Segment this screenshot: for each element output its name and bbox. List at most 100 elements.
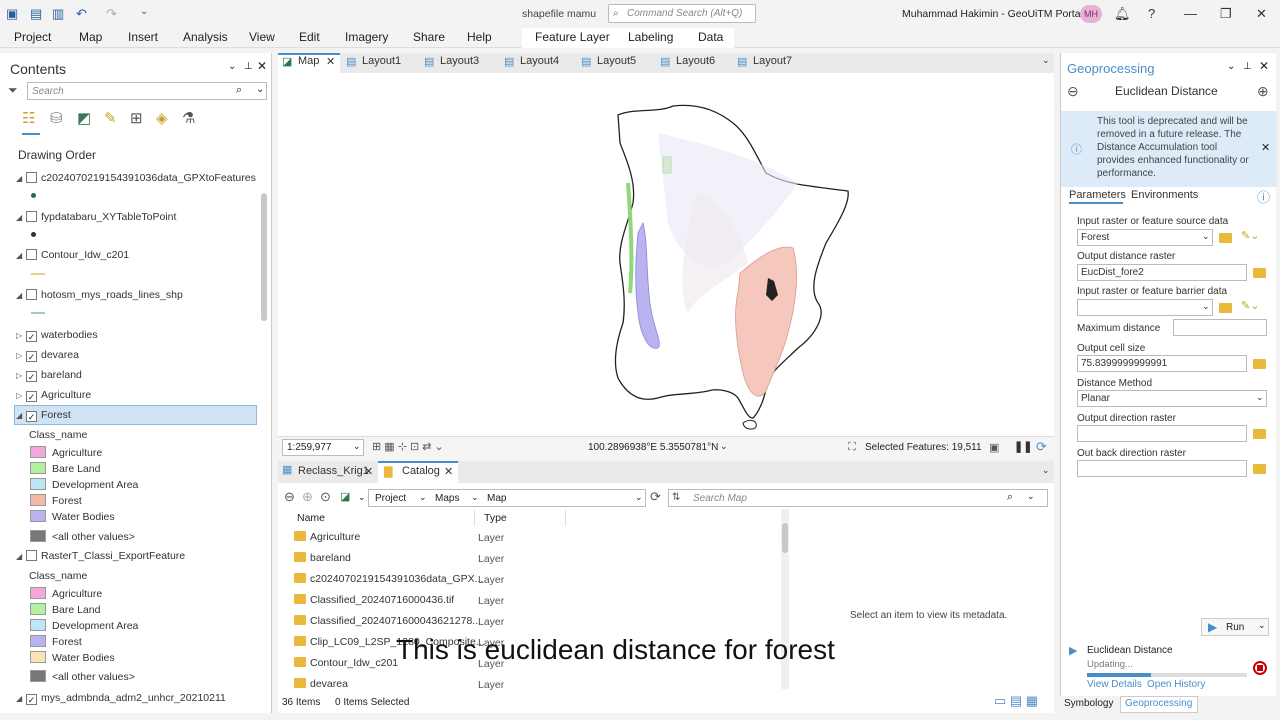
sketch-icon[interactable]: ✎⌄ bbox=[1241, 299, 1259, 312]
tab-map[interactable]: Map bbox=[79, 30, 102, 44]
tab-reclass-krig1[interactable]: Reclass_Krig1 bbox=[298, 465, 369, 477]
minimize-icon[interactable]: — bbox=[1184, 6, 1197, 21]
folder-icon[interactable] bbox=[1219, 233, 1232, 243]
cell-size-field[interactable]: 75.8399999999991 bbox=[1077, 355, 1247, 372]
layer-checkbox[interactable] bbox=[26, 289, 37, 300]
tab-catalog[interactable]: Catalog bbox=[402, 465, 440, 477]
tab-layout1[interactable]: Layout1 bbox=[362, 55, 401, 67]
tab-geoprocessing[interactable]: Geoprocessing bbox=[1125, 698, 1192, 709]
forward-icon[interactable]: ⊕ bbox=[302, 489, 313, 505]
pin-icon[interactable]: ⊥ bbox=[244, 61, 253, 72]
notification-icon[interactable]: 🔔︎ bbox=[1114, 6, 1131, 22]
column-header-name[interactable]: Name bbox=[297, 512, 325, 524]
chevron-down-icon[interactable]: ⌄ bbox=[471, 492, 479, 503]
expand-icon[interactable]: ▷ bbox=[16, 331, 26, 340]
layer-item[interactable]: ◢ RasterT_Classi_ExportFeature bbox=[16, 550, 185, 562]
up-icon[interactable]: ⊙ bbox=[320, 489, 331, 505]
chevron-down-icon[interactable]: ⌄ bbox=[256, 84, 264, 95]
folder-icon[interactable] bbox=[1253, 359, 1266, 369]
filter-icon[interactable]: ⏷ bbox=[8, 83, 18, 98]
save-icon[interactable]: ▥ bbox=[52, 6, 64, 22]
max-distance-field[interactable] bbox=[1173, 319, 1267, 336]
breadcrumb-maps[interactable]: Maps bbox=[435, 493, 459, 504]
list-by-drawing-order-icon[interactable]: ☷ bbox=[22, 109, 35, 127]
layer-checkbox[interactable]: ✓ bbox=[26, 351, 37, 362]
open-icon[interactable]: ▤ bbox=[30, 6, 42, 22]
folder-icon[interactable] bbox=[1253, 464, 1266, 474]
collapse-icon[interactable]: ◢ bbox=[16, 411, 26, 420]
close-tab-icon[interactable]: ✕ bbox=[364, 465, 373, 478]
legend-item[interactable]: Forest bbox=[30, 494, 82, 507]
column-divider[interactable] bbox=[474, 510, 475, 526]
layer-checkbox[interactable] bbox=[26, 172, 37, 183]
close-tab-icon[interactable]: ✕ bbox=[444, 465, 453, 478]
chevron-down-icon[interactable]: ⌄ bbox=[720, 441, 728, 452]
legend-item[interactable]: Bare Land bbox=[30, 603, 100, 616]
tab-layout4[interactable]: Layout4 bbox=[520, 55, 559, 67]
catalog-search-input[interactable]: ⇅ Search Map ⌕ ⌄ bbox=[668, 489, 1048, 507]
chevron-down-icon[interactable]: ⌄ bbox=[1027, 491, 1035, 502]
list-item[interactable]: Agriculture bbox=[294, 531, 360, 543]
layer-item[interactable]: ◢ fypdatabaru_XYTableToPoint bbox=[16, 211, 176, 223]
list-by-source-icon[interactable]: ⛁ bbox=[50, 109, 63, 127]
layer-item[interactable]: ▷ ✓ Agriculture bbox=[16, 389, 91, 402]
layer-item[interactable]: ▷ ✓ bareland bbox=[16, 369, 82, 382]
customize-icon[interactable]: ⌄ bbox=[140, 6, 148, 17]
direction-raster-field[interactable] bbox=[1077, 425, 1247, 442]
legend-item[interactable]: <all other values> bbox=[30, 670, 135, 683]
map-canvas[interactable] bbox=[278, 73, 1054, 436]
scrollbar[interactable] bbox=[261, 193, 267, 321]
pin-icon[interactable]: ⊥ bbox=[1243, 61, 1252, 72]
close-icon[interactable]: ✕ bbox=[1256, 6, 1267, 22]
layer-item[interactable]: ▷ ✓ devarea bbox=[16, 349, 79, 362]
barrier-select[interactable]: ⌄ bbox=[1077, 299, 1213, 316]
tab-share[interactable]: Share bbox=[413, 30, 445, 44]
close-pane-icon[interactable]: ✕ bbox=[1259, 59, 1269, 73]
tab-project[interactable]: Project bbox=[14, 30, 51, 44]
refresh-icon[interactable]: ⟳ bbox=[1036, 439, 1047, 455]
tab-layout6[interactable]: Layout6 bbox=[676, 55, 715, 67]
layer-item-forest[interactable]: ◢ ✓ Forest bbox=[16, 409, 71, 422]
legend-item[interactable]: Agriculture bbox=[30, 587, 102, 600]
legend-item[interactable]: Water Bodies bbox=[30, 651, 115, 664]
expand-icon[interactable]: ▷ bbox=[16, 391, 26, 400]
scale-select[interactable]: 1:259,977 ⌄ bbox=[282, 439, 364, 456]
chevron-down-icon[interactable]: ⌄ bbox=[635, 492, 643, 503]
selected-features[interactable]: Selected Features: 19,511 bbox=[865, 442, 982, 453]
tab-map-label[interactable]: Map bbox=[298, 55, 319, 67]
collapse-icon[interactable]: ◢ bbox=[16, 213, 26, 222]
list-item[interactable]: Classified_20240716000436.tif bbox=[294, 594, 454, 606]
island-map[interactable] bbox=[278, 73, 1054, 436]
list-by-snapping-icon[interactable]: ⊞ bbox=[130, 109, 143, 127]
layer-checkbox[interactable]: ✓ bbox=[26, 331, 37, 342]
restore-icon[interactable]: ❐ bbox=[1220, 6, 1232, 22]
tab-insert[interactable]: Insert bbox=[128, 30, 158, 44]
tab-view[interactable]: View bbox=[249, 30, 275, 44]
tab-imagery[interactable]: Imagery bbox=[345, 30, 388, 44]
breadcrumb-project[interactable]: Project bbox=[375, 493, 406, 504]
layer-item[interactable]: ◢ hotosm_mys_roads_lines_shp bbox=[16, 289, 183, 301]
list-item[interactable]: Classified_20240716000436212​78... bbox=[294, 615, 481, 627]
add-icon[interactable]: ⊕ bbox=[1257, 83, 1269, 100]
legend-item[interactable]: Water Bodies bbox=[30, 510, 115, 523]
view-details-link[interactable]: View Details bbox=[1087, 679, 1142, 690]
tab-symbology[interactable]: Symbology bbox=[1064, 698, 1113, 709]
list-item[interactable]: devarea bbox=[294, 678, 348, 690]
tab-layout5[interactable]: Layout5 bbox=[597, 55, 636, 67]
tabs-overflow-icon[interactable]: ⌄ bbox=[1042, 465, 1050, 476]
tab-layout3[interactable]: Layout3 bbox=[440, 55, 479, 67]
list-item[interactable]: bareland bbox=[294, 552, 351, 564]
tab-analysis[interactable]: Analysis bbox=[183, 30, 228, 44]
layer-item[interactable]: ▷ ✓ waterbodies bbox=[16, 329, 98, 342]
legend-item[interactable]: Bare Land bbox=[30, 462, 100, 475]
user-name[interactable]: Muhammad Hakimin - GeoUiTM Portal bbox=[902, 8, 1083, 20]
back-icon[interactable]: ⊖ bbox=[284, 489, 295, 505]
expand-icon[interactable]: ▷ bbox=[16, 351, 26, 360]
list-item[interactable]: c20240702191543910​36data_GPX... bbox=[294, 573, 483, 585]
sketch-icon[interactable]: ✎⌄ bbox=[1241, 229, 1259, 242]
sort-icon[interactable]: ⇅ bbox=[672, 492, 680, 503]
run-button[interactable]: ▶ Run ⌄ bbox=[1201, 618, 1269, 636]
back-direction-field[interactable] bbox=[1077, 460, 1247, 477]
tab-feature-layer[interactable]: Feature Layer bbox=[535, 30, 610, 44]
layer-item[interactable]: ◢ c20240702191543910​36data_GPXtoFeatures bbox=[16, 172, 256, 184]
